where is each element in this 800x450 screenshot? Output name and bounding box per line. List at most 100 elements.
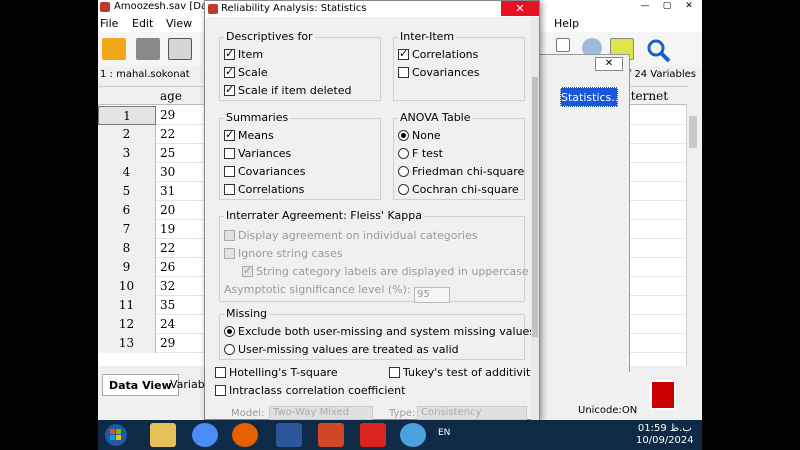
radio-icon [224, 344, 235, 355]
anova-none-radio[interactable]: None [398, 129, 441, 142]
save-icon[interactable] [136, 38, 160, 60]
ignore-string-checkbox[interactable]: Ignore string cases [224, 247, 343, 260]
age-cell[interactable]: 32 [160, 277, 175, 296]
row-number[interactable]: 11 [98, 296, 156, 315]
system-clock[interactable]: 01:59 ب.ظ 10/09/2024 [636, 423, 694, 447]
variances-checkbox[interactable]: Variances [224, 147, 291, 160]
row-number[interactable]: 13 [98, 334, 156, 353]
tukey-checkbox[interactable]: Tukey's test of additivity [389, 366, 537, 379]
age-cell[interactable]: 31 [160, 182, 175, 201]
scrollbar-thumb[interactable] [689, 116, 697, 148]
dialog-close-button[interactable]: ✕ [501, 1, 539, 16]
row-number[interactable]: 1 [98, 106, 156, 125]
uppercase-checkbox[interactable]: String category labels are displayed in … [242, 264, 529, 278]
display-agreement-checkbox[interactable]: Display agreement on individual categori… [224, 229, 478, 242]
powerpoint-icon[interactable] [318, 423, 344, 447]
row-number[interactable]: 10 [98, 277, 156, 296]
model-select[interactable]: Two-Way Mixed [269, 406, 373, 420]
row-number[interactable]: 12 [98, 315, 156, 334]
chrome-icon[interactable] [192, 423, 218, 447]
file-explorer-icon[interactable] [150, 423, 176, 447]
row-number[interactable]: 2 [98, 125, 156, 144]
variable-name-label: 1 : mahal.sokonat [100, 69, 190, 80]
inter-item-group: Inter-Item Correlations Covariances [393, 30, 525, 101]
taskbar: EN 01:59 ب.ظ 10/09/2024 [98, 420, 702, 450]
age-cell[interactable]: 22 [160, 125, 175, 144]
age-cell[interactable]: 26 [160, 258, 175, 277]
age-cell[interactable]: 30 [160, 163, 175, 182]
age-cell[interactable]: 22 [160, 239, 175, 258]
checkbox-icon [398, 67, 409, 78]
means-checkbox[interactable]: Means [224, 128, 274, 142]
age-cell[interactable]: 19 [160, 220, 175, 239]
grid-scrollbar[interactable] [686, 104, 698, 366]
column-header-age[interactable]: age [160, 89, 182, 103]
inter-item-correlations-checkbox[interactable]: Correlations [398, 47, 478, 61]
checkbox-icon [242, 264, 253, 277]
radio-icon [398, 166, 409, 177]
anova-f-test-radio[interactable]: F test [398, 147, 443, 160]
row-number[interactable]: 6 [98, 201, 156, 220]
zoom-it-icon[interactable] [400, 423, 426, 447]
hotelling-checkbox[interactable]: Hotelling's T-square [215, 366, 338, 379]
dialog-title-bar: Reliability Analysis: Statistics ✕ [205, 1, 539, 17]
model-label: Model: [231, 408, 265, 419]
summary-correlations-checkbox[interactable]: Correlations [224, 183, 304, 196]
anova-friedman-radio[interactable]: Friedman chi-square [398, 165, 524, 178]
dialog-scrollbar-thumb[interactable] [532, 77, 538, 337]
menu-file[interactable]: File [100, 17, 118, 30]
descriptives-legend: Descriptives for [224, 30, 315, 43]
age-cell[interactable]: 25 [160, 144, 175, 163]
scale-if-deleted-checkbox[interactable]: Scale if item deleted [224, 83, 352, 97]
dialog-app-icon [208, 4, 218, 14]
missing-group: Missing Exclude both user-missing and sy… [219, 307, 535, 360]
row-number[interactable]: 8 [98, 239, 156, 258]
summary-covariances-checkbox[interactable]: Covariances [224, 165, 306, 178]
unicode-status: Unicode:ON [578, 405, 638, 416]
statistics-button[interactable]: Statistics... [560, 87, 622, 107]
menu-edit[interactable]: Edit [132, 17, 153, 30]
type-select[interactable]: Consistency [417, 406, 527, 420]
close-icon[interactable]: ✕ [678, 0, 700, 12]
firefox-icon[interactable] [232, 423, 258, 447]
radio-icon [398, 184, 409, 195]
row-number[interactable]: 5 [98, 182, 156, 201]
age-cell[interactable]: 20 [160, 201, 175, 220]
intraclass-checkbox[interactable]: Intraclass correlation coefficient [215, 384, 405, 397]
maximize-icon[interactable]: ▢ [656, 0, 678, 12]
row-number[interactable]: 9 [98, 258, 156, 277]
print-icon[interactable] [168, 38, 192, 60]
age-cell[interactable]: 29 [160, 106, 175, 125]
scale-checkbox[interactable]: Scale [224, 65, 268, 79]
language-indicator[interactable]: EN [438, 428, 450, 438]
row-number[interactable]: 7 [98, 220, 156, 239]
acrobat-icon[interactable] [360, 423, 386, 447]
anova-cochran-radio[interactable]: Cochran chi-square [398, 183, 519, 196]
checkbox-icon [215, 385, 226, 396]
age-cell[interactable]: 24 [160, 315, 175, 334]
text-icon[interactable] [556, 38, 570, 52]
inter-item-covariances-checkbox[interactable]: Covariances [398, 66, 480, 79]
treat-valid-radio[interactable]: User-missing values are treated as valid [224, 343, 459, 356]
checkbox-icon [224, 47, 235, 60]
row-number[interactable]: 3 [98, 144, 156, 163]
spss-app-icon [100, 2, 110, 12]
dialog-scrollbar[interactable] [531, 17, 539, 421]
panel-close-icon[interactable]: ✕ [595, 57, 623, 71]
menu-view[interactable]: View [166, 17, 192, 30]
asymptotic-level-input[interactable]: 95 [414, 287, 451, 303]
clock-time: 01:59 ب.ظ [637, 423, 692, 434]
checkbox-icon [224, 83, 235, 96]
exclude-missing-radio[interactable]: Exclude both user-missing and system mis… [224, 325, 535, 338]
row-number[interactable]: 4 [98, 163, 156, 182]
item-checkbox[interactable]: Item [224, 47, 263, 61]
age-cell[interactable]: 35 [160, 296, 175, 315]
minimize-icon[interactable]: — [634, 0, 656, 12]
search-icon[interactable] [646, 38, 671, 63]
word-icon[interactable] [276, 423, 302, 447]
record-stop-icon[interactable] [650, 380, 676, 410]
windows-start-icon[interactable] [102, 422, 132, 448]
menu-help[interactable]: Help [554, 17, 579, 30]
age-cell[interactable]: 29 [160, 334, 175, 353]
open-folder-icon[interactable] [102, 38, 126, 60]
